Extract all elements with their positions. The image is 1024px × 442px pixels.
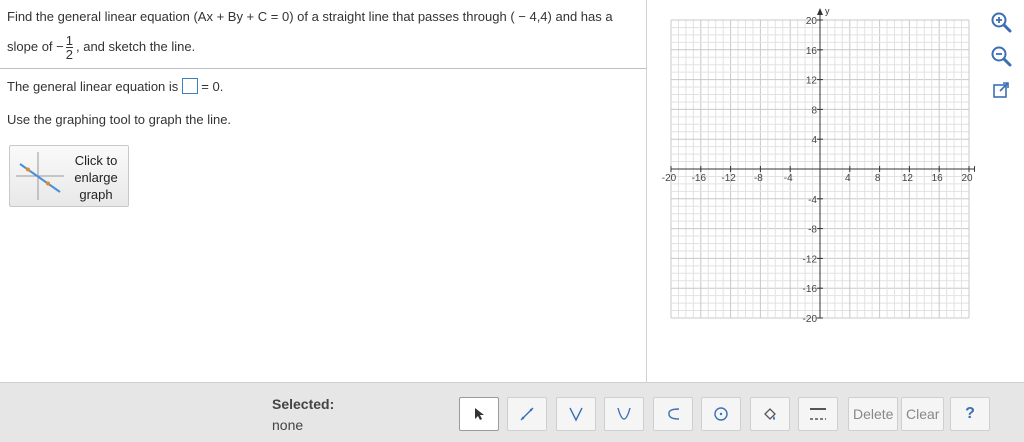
x-tick-label: -16 <box>692 173 707 184</box>
y-axis-label: y <box>825 8 830 16</box>
question-text: Find the general linear equation (Ax + B… <box>7 9 613 24</box>
panel-divider <box>646 0 647 382</box>
parabola-tool-button[interactable] <box>604 397 644 431</box>
popout-button[interactable] <box>987 76 1015 104</box>
slope-suffix: , and sketch the line. <box>75 38 196 54</box>
answer-line: The general linear equation is = 0. <box>7 78 223 94</box>
parabola-icon <box>617 407 631 420</box>
y-tick-label: 8 <box>811 105 817 116</box>
zoom-in-button[interactable] <box>987 8 1015 36</box>
y-tick-label: -12 <box>803 254 818 265</box>
circle-tool-button[interactable] <box>701 397 741 431</box>
y-tick-label: 20 <box>806 16 818 27</box>
slope-prefix: slope of − <box>7 38 64 54</box>
x-tick-label: 16 <box>932 173 944 184</box>
v-shape-icon <box>569 407 583 422</box>
y-tick-label: 16 <box>806 46 818 57</box>
fill-tool-button[interactable] <box>750 397 790 431</box>
curve-icon <box>668 408 680 420</box>
x-tick-label: 8 <box>875 173 881 184</box>
slope-denominator: 2 <box>65 47 73 62</box>
exponential-tool-button[interactable] <box>653 397 693 431</box>
x-tick-label: 12 <box>902 173 914 184</box>
select-tool-button[interactable] <box>459 397 499 431</box>
y-tick-label: -8 <box>808 225 817 236</box>
selected-value: none <box>272 417 304 433</box>
help-button[interactable]: ? <box>950 397 990 431</box>
answer-prefix: The general linear equation is <box>7 79 179 94</box>
x-tick-label: -20 <box>662 173 677 184</box>
x-tick-label: -4 <box>784 173 793 184</box>
instruction-text: Use the graphing tool to graph the line. <box>7 112 232 127</box>
zoom-in-icon <box>991 12 1012 33</box>
divider <box>0 68 646 69</box>
x-tick-label: -8 <box>754 173 763 184</box>
slope-fraction: 12 <box>65 33 73 62</box>
enlarge-graph-button[interactable]: Click to enlarge graph <box>9 145 129 207</box>
y-tick-label: -4 <box>808 195 817 206</box>
answer-suffix: = 0. <box>201 79 224 94</box>
y-tick-label: 4 <box>811 135 817 146</box>
paint-bucket-icon <box>764 408 776 420</box>
absolute-value-tool-button[interactable] <box>556 397 596 431</box>
x-tick-label: -12 <box>721 173 736 184</box>
line-style-icon <box>810 408 826 420</box>
selected-label: Selected: <box>272 396 335 412</box>
line-style-tool-button[interactable] <box>798 397 838 431</box>
zoom-out-icon <box>991 46 1012 67</box>
graph-area[interactable]: xy-20-16-12-8-44812162020161284-4-8-12-1… <box>655 6 981 338</box>
enlarge-graph-label: Click to enlarge graph <box>74 153 118 202</box>
coordinate-grid[interactable]: xy-20-16-12-8-44812162020161284-4-8-12-1… <box>655 6 981 333</box>
zoom-out-button[interactable] <box>987 42 1015 70</box>
line-icon <box>520 407 534 421</box>
y-tick-label: -20 <box>803 314 818 325</box>
x-tick-label: 20 <box>961 173 973 184</box>
arrow-cursor-icon <box>475 408 484 420</box>
clear-button[interactable]: Clear <box>901 397 945 431</box>
graph-thumbnail-icon <box>16 152 64 200</box>
question-panel: Find the general linear equation (Ax + B… <box>0 0 646 382</box>
graph-toolbar: Selected: none Delete Clear ? <box>0 382 1024 442</box>
slope-numerator: 1 <box>65 33 73 48</box>
y-tick-label: 12 <box>806 76 818 87</box>
x-tick-label: 4 <box>845 173 851 184</box>
side-toolbar <box>984 8 1018 110</box>
x-axis-arrow <box>974 166 981 172</box>
popout-icon <box>993 82 1009 98</box>
circle-icon <box>714 407 728 421</box>
line-tool-button[interactable] <box>507 397 547 431</box>
answer-input[interactable] <box>182 78 199 94</box>
y-axis-arrow <box>817 8 823 15</box>
y-tick-label: -16 <box>803 284 818 295</box>
question-text-line2: slope of −1 2, and sketch the line. <box>7 34 195 61</box>
delete-button[interactable]: Delete <box>848 397 899 431</box>
